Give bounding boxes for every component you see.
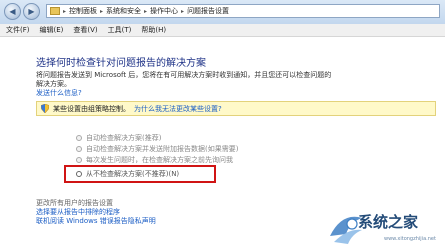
crumb-system-security[interactable]: 系统和安全 bbox=[106, 6, 141, 16]
address-bar-area: ◀ ▶ ▸ 控制面板 ▸ 系统和安全 ▸ 操作中心 ▸ 问题报告设置 bbox=[0, 0, 445, 25]
back-button[interactable]: ◀ bbox=[4, 3, 21, 20]
folder-icon bbox=[50, 7, 60, 15]
menu-bar: 文件(F) 编辑(E) 查看(V) 工具(T) 帮助(H) bbox=[0, 24, 445, 37]
radio-button[interactable] bbox=[76, 135, 82, 141]
menu-file[interactable]: 文件(F) bbox=[6, 25, 30, 35]
description-line-1: 将问题报告发送到 Microsoft 后，您将在有可用解决方案时收到通知，并且您… bbox=[36, 71, 332, 79]
crumb-control-panel[interactable]: 控制面板 bbox=[69, 6, 97, 16]
crumb-problem-report-settings[interactable]: 问题报告设置 bbox=[187, 6, 229, 16]
privacy-statement-link[interactable]: 联机阅读 Windows 错误报告隐私声明 bbox=[36, 216, 156, 226]
highlight-box bbox=[64, 165, 216, 183]
description-line-2: 解决方案。 bbox=[36, 80, 71, 88]
chevron-right-icon: ▸ bbox=[181, 7, 185, 15]
shield-icon bbox=[40, 103, 50, 114]
crumb-action-center[interactable]: 操作中心 bbox=[150, 6, 178, 16]
menu-help[interactable]: 帮助(H) bbox=[141, 25, 166, 35]
option-auto-check-send-data[interactable]: 自动检查解决方案并发送附加报告数据(如果需要) bbox=[76, 144, 238, 154]
window: ◀ ▶ ▸ 控制面板 ▸ 系统和安全 ▸ 操作中心 ▸ 问题报告设置 文件(F)… bbox=[0, 0, 445, 249]
description: 将问题报告发送到 Microsoft 后，您将在有可用解决方案时收到通知，并且您… bbox=[36, 71, 336, 98]
watermark-brand: 系统之家 bbox=[358, 213, 419, 231]
menu-view[interactable]: 查看(V) bbox=[73, 25, 97, 35]
group-policy-info-bar: 某些设置由组策略控制。 为什么我无法更改某些设置? bbox=[36, 101, 436, 116]
group-policy-text: 某些设置由组策略控制。 bbox=[53, 104, 130, 113]
chevron-right-icon: ▸ bbox=[100, 7, 104, 15]
privacy-info-link[interactable]: 发送什么信息? bbox=[36, 89, 336, 98]
menu-edit[interactable]: 编辑(E) bbox=[40, 25, 64, 35]
why-cannot-change-link[interactable]: 为什么我无法更改某些设置? bbox=[134, 104, 222, 114]
address-box[interactable]: ▸ 控制面板 ▸ 系统和安全 ▸ 操作中心 ▸ 问题报告设置 bbox=[46, 4, 440, 18]
option-label: 自动检查解决方案并发送附加报告数据(如果需要) bbox=[86, 145, 239, 153]
chevron-right-icon: ▸ bbox=[144, 7, 148, 15]
forward-button[interactable]: ▶ bbox=[23, 3, 40, 20]
option-label: 每次发生问题时，在检查解决方案之前先询问我 bbox=[86, 156, 233, 164]
radio-button[interactable] bbox=[76, 146, 82, 152]
page-title: 选择何时检查针对问题报告的解决方案 bbox=[36, 58, 206, 69]
option-auto-check[interactable]: 自动检查解决方案(推荐) bbox=[76, 133, 161, 143]
option-ask-each-time[interactable]: 每次发生问题时，在检查解决方案之前先询问我 bbox=[76, 155, 233, 165]
menu-tools[interactable]: 工具(T) bbox=[108, 25, 132, 35]
radio-button[interactable] bbox=[76, 157, 82, 163]
chevron-right-icon: ▸ bbox=[63, 7, 67, 15]
watermark-url: www.xitongzhijia.net bbox=[384, 236, 436, 242]
option-label: 自动检查解决方案(推荐) bbox=[86, 134, 162, 142]
